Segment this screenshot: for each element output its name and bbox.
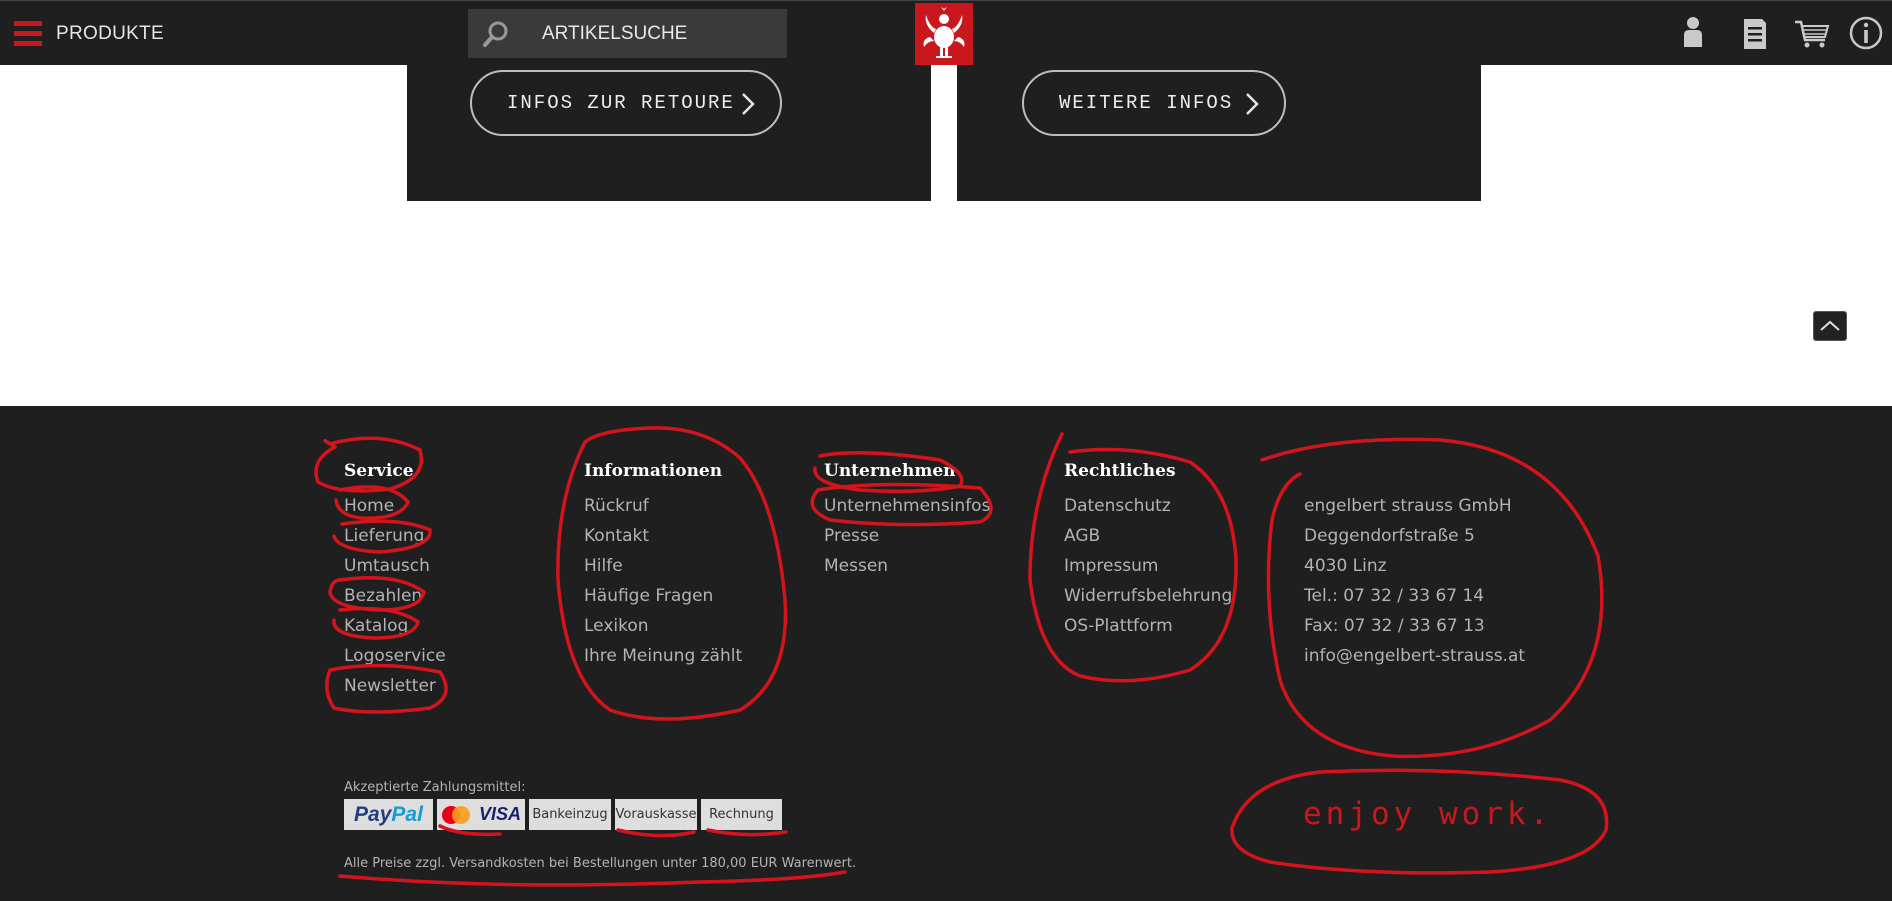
scroll-to-top-button[interactable] — [1813, 311, 1847, 341]
footer-link-presse[interactable]: Presse — [824, 521, 990, 551]
footer-link-impressum[interactable]: Impressum — [1064, 551, 1232, 581]
top-navigation-bar: PRODUKTE ARTIKELSUCHE — [0, 0, 1892, 65]
footer-link-datenschutz[interactable]: Datenschutz — [1064, 491, 1232, 521]
company-phone: Tel.: 07 32 / 33 67 14 — [1304, 586, 1485, 606]
footer-link-ihre-meinung[interactable]: Ihre Meinung zählt — [584, 641, 742, 671]
footer-link-messen[interactable]: Messen — [824, 551, 990, 581]
footer-link-lexikon[interactable]: Lexikon — [584, 611, 742, 641]
footer-link-agb[interactable]: AGB — [1064, 521, 1232, 551]
footer-heading-service: Service — [344, 461, 414, 481]
footer-link-rueckruf[interactable]: Rückruf — [584, 491, 742, 521]
shopping-cart-icon[interactable] — [1792, 13, 1832, 53]
search-placeholder: ARTIKELSUCHE — [542, 22, 688, 44]
footer-link-kontakt[interactable]: Kontakt — [584, 521, 742, 551]
chevron-right-icon — [742, 93, 755, 115]
mastercard-visa-logo: VISA — [437, 799, 525, 830]
rooster-logo-icon — [923, 7, 965, 58]
returns-teaser-panel: INFOS ZUR RETOURE — [407, 65, 931, 201]
footer-heading-rechtliches: Rechtliches — [1064, 461, 1176, 481]
footer-link-logoservice[interactable]: Logoservice — [344, 641, 446, 671]
user-icon[interactable] — [1673, 13, 1713, 53]
footer-column-rechtliches: Rechtliches Datenschutz AGB Impressum Wi… — [1064, 461, 1232, 641]
footer-link-lieferung[interactable]: Lieferung — [344, 521, 446, 551]
footer-link-home[interactable]: Home — [344, 491, 446, 521]
page: PRODUKTE ARTIKELSUCHE INFOS ZUR RETOURE … — [0, 0, 1892, 901]
footer-link-widerrufsbelehrung[interactable]: Widerrufsbelehrung — [1064, 581, 1232, 611]
footer-heading-informationen: Informationen — [584, 461, 723, 481]
footer-link-bezahlen[interactable]: Bezahlen — [344, 581, 446, 611]
chevron-up-icon — [1820, 320, 1840, 331]
company-fax: Fax: 07 32 / 33 67 13 — [1304, 616, 1485, 636]
company-city: 4030 Linz — [1304, 556, 1387, 576]
rechnung-badge: Rechnung — [701, 799, 782, 830]
products-menu-button[interactable]: PRODUKTE — [14, 19, 164, 49]
returns-info-button[interactable]: INFOS ZUR RETOURE — [470, 70, 782, 136]
company-name: engelbert strauss GmbH — [1304, 496, 1512, 516]
company-email-link[interactable]: info@engelbert-strauss.at — [1304, 641, 1525, 671]
footer-address-block: engelbert strauss GmbH Deggendorfstraße … — [1304, 491, 1525, 671]
brand-slogan: enjoy work. — [1303, 796, 1553, 832]
footer-link-haeufige-fragen[interactable]: Häufige Fragen — [584, 581, 742, 611]
catalog-icon[interactable] — [1734, 13, 1774, 53]
shipping-price-note: Alle Preise zzgl. Versandkosten bei Best… — [344, 856, 857, 871]
footer-link-os-plattform[interactable]: OS-Plattform — [1064, 611, 1232, 641]
footer-column-informationen: Informationen Rückruf Kontakt Hilfe Häuf… — [584, 461, 742, 671]
article-search-input[interactable]: ARTIKELSUCHE — [468, 9, 787, 58]
bankeinzug-badge: Bankeinzug — [529, 799, 611, 830]
hamburger-menu-icon — [14, 21, 42, 47]
footer-link-unternehmensinfos[interactable]: Unternehmensinfos — [824, 491, 990, 521]
footer-column-service: Service Home Lieferung Umtausch Bezahlen… — [344, 461, 446, 701]
more-info-button[interactable]: WEITERE INFOS — [1022, 70, 1286, 136]
footer-heading-unternehmen: Unternehmen — [824, 461, 956, 481]
footer-link-katalog[interactable]: Katalog — [344, 611, 446, 641]
footer-link-hilfe[interactable]: Hilfe — [584, 551, 742, 581]
paypal-logo: Pay Pal — [344, 799, 433, 830]
more-info-teaser-panel: WEITERE INFOS — [957, 65, 1481, 201]
more-info-button-label: WEITERE INFOS — [1059, 92, 1234, 114]
products-menu-label: PRODUKTE — [56, 23, 164, 44]
footer-column-unternehmen: Unternehmen Unternehmensinfos Presse Mes… — [824, 461, 990, 581]
payment-methods-label: Akzeptierte Zahlungsmittel: — [344, 780, 526, 795]
info-icon[interactable] — [1846, 13, 1886, 53]
footer-link-newsletter[interactable]: Newsletter — [344, 671, 446, 701]
chevron-right-icon — [1246, 93, 1259, 115]
search-icon — [483, 21, 508, 47]
returns-info-button-label: INFOS ZUR RETOURE — [507, 92, 735, 114]
site-footer: Service Home Lieferung Umtausch Bezahlen… — [0, 406, 1892, 901]
mastercard-icon — [441, 805, 470, 824]
vorauskasse-badge: Vorauskasse — [615, 799, 697, 830]
footer-link-umtausch[interactable]: Umtausch — [344, 551, 446, 581]
company-street: Deggendorfstraße 5 — [1304, 526, 1475, 546]
engelbert-strauss-logo[interactable] — [915, 3, 973, 65]
